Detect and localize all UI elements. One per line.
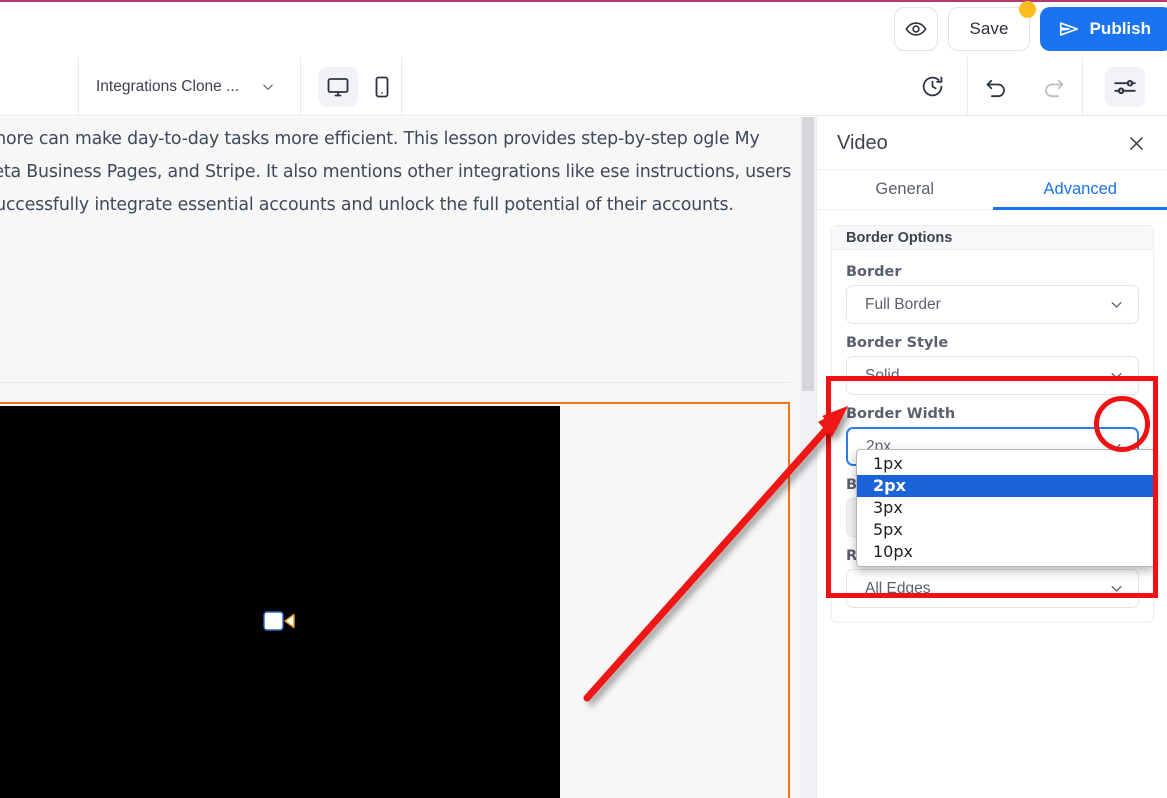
content-divider [0, 382, 790, 383]
device-desktop-button[interactable] [318, 67, 358, 107]
dropdown-option-1px[interactable]: 1px [857, 453, 1154, 475]
header-actions: Save Publish [894, 7, 1167, 51]
version-history-button[interactable] [898, 57, 967, 116]
border-style-select-value: Solid [865, 367, 899, 385]
dropdown-option-10px[interactable]: 10px [857, 541, 1154, 563]
redo-arrow-icon [1041, 74, 1066, 99]
subheader-right-tools [898, 57, 1167, 116]
field-border: Border Full Border [832, 264, 1153, 324]
send-icon [1058, 18, 1080, 40]
field-border-style-label: Border Style [846, 335, 1139, 351]
panel-tabs: General Advanced [817, 170, 1167, 210]
panel-title: Video [837, 132, 888, 155]
canvas-scrollbar-thumb[interactable] [802, 117, 814, 391]
history-clock-icon [920, 74, 945, 99]
save-button[interactable]: Save [948, 7, 1029, 51]
publish-button-label: Publish [1090, 19, 1151, 39]
border-select[interactable]: Full Border [846, 285, 1139, 324]
app-root: Save Publish Integrations Clone ... [0, 0, 1167, 798]
tab-general[interactable]: General [817, 170, 993, 209]
unsaved-changes-dot [1019, 1, 1036, 18]
close-icon [1127, 134, 1146, 153]
border-width-dropdown-list[interactable]: 1px 2px 3px 5px 10px [856, 449, 1155, 567]
field-border-width-label: Border Width [846, 406, 1139, 422]
save-button-label: Save [969, 19, 1008, 39]
subheader-divider-mid [300, 57, 301, 116]
redo-button[interactable] [1025, 57, 1082, 116]
eye-icon [905, 18, 927, 40]
preview-button[interactable] [894, 7, 938, 51]
video-block[interactable]: VIDEO [0, 402, 790, 798]
dropdown-option-5px[interactable]: 5px [857, 519, 1154, 541]
radius-edge-select-value: All Edges [865, 580, 930, 598]
page-selector[interactable]: Integrations Clone ... [78, 57, 293, 116]
undo-button[interactable] [967, 57, 1025, 116]
field-border-label: Border [846, 264, 1139, 280]
tab-advanced[interactable]: Advanced [993, 170, 1167, 209]
editor-subheader: Integrations Clone ... [0, 57, 1167, 116]
border-options-title: Border Options [832, 226, 1153, 250]
chevron-down-icon [1109, 581, 1124, 596]
mobile-icon [370, 75, 394, 99]
desktop-icon [326, 75, 350, 99]
chevron-down-icon [261, 80, 275, 94]
device-preview-toggle-group [318, 57, 402, 116]
page-canvas[interactable]: m, and more can make day-to-day tasks mo… [0, 117, 800, 798]
editor-settings-button[interactable] [1082, 57, 1167, 116]
lesson-paragraph: m, and more can make day-to-day tasks mo… [0, 123, 800, 222]
panel-close-button[interactable] [1124, 131, 1148, 155]
device-mobile-button[interactable] [362, 67, 402, 107]
sliders-icon [1112, 74, 1138, 100]
editor-settings-chip [1105, 67, 1145, 107]
video-placeholder[interactable] [0, 406, 560, 798]
field-border-style: Border Style Solid [832, 335, 1153, 395]
radius-edge-select[interactable]: All Edges [846, 569, 1139, 608]
chevron-down-icon [1109, 368, 1124, 383]
undo-arrow-icon [984, 74, 1009, 99]
top-header-bar: Save Publish [0, 2, 1167, 57]
dropdown-option-2px[interactable]: 2px [857, 475, 1154, 497]
border-select-value: Full Border [865, 296, 941, 314]
border-style-select[interactable]: Solid [846, 356, 1139, 395]
publish-button[interactable]: Publish [1040, 7, 1167, 51]
chevron-down-icon [1109, 297, 1124, 312]
page-selector-label: Integrations Clone ... [96, 78, 239, 96]
dropdown-option-3px[interactable]: 3px [857, 497, 1154, 519]
video-camera-icon [263, 608, 297, 634]
panel-header: Video [817, 117, 1167, 170]
